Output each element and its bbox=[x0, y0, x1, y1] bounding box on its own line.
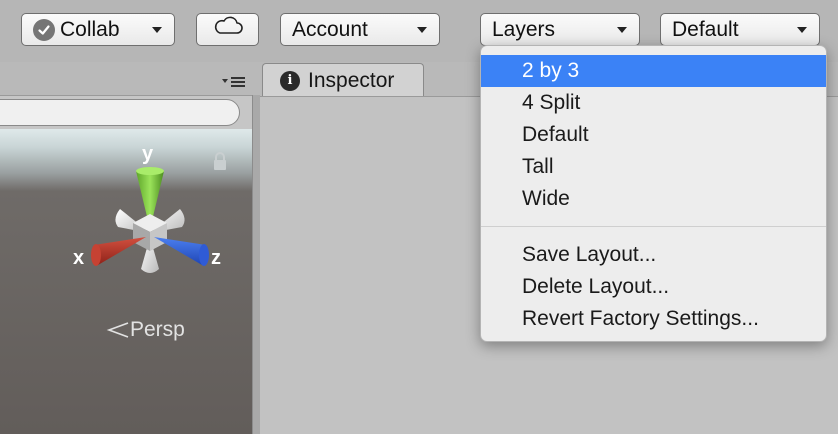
layout-label: Default bbox=[672, 18, 739, 41]
scene-search-input[interactable] bbox=[0, 99, 240, 126]
account-button[interactable]: Account bbox=[280, 13, 440, 46]
layers-button[interactable]: Layers bbox=[480, 13, 640, 46]
menu-item-4-split[interactable]: 4 Split bbox=[481, 87, 826, 119]
info-icon: i bbox=[280, 70, 300, 91]
perspective-icon bbox=[106, 322, 129, 338]
tab-inspector[interactable]: i Inspector bbox=[262, 63, 424, 97]
axis-label-y: y bbox=[142, 143, 154, 165]
projection-toggle[interactable]: Persp bbox=[106, 318, 185, 342]
tab-inspector-label: Inspector bbox=[308, 68, 395, 92]
pane-options-icon[interactable] bbox=[220, 72, 248, 90]
cloud-icon bbox=[212, 14, 244, 45]
check-icon bbox=[33, 18, 55, 41]
lock-icon[interactable] bbox=[212, 151, 228, 176]
projection-label: Persp bbox=[130, 318, 185, 341]
menu-item-save-layout[interactable]: Save Layout... bbox=[481, 239, 826, 271]
gizmo-x-cone[interactable] bbox=[92, 237, 146, 265]
account-label: Account bbox=[292, 18, 368, 41]
chevron-down-icon bbox=[417, 27, 427, 33]
menu-item-delete-layout[interactable]: Delete Layout... bbox=[481, 271, 826, 303]
axis-label-x: x bbox=[73, 247, 85, 269]
menu-item-wide[interactable]: Wide bbox=[481, 183, 826, 215]
collab-label: Collab bbox=[60, 18, 120, 41]
menu-separator bbox=[481, 226, 826, 227]
collab-button[interactable]: Collab bbox=[21, 13, 175, 46]
layout-menu: 2 by 3 4 Split Default Tall Wide Save La… bbox=[480, 45, 827, 342]
chevron-down-icon bbox=[152, 27, 162, 33]
menu-item-default[interactable]: Default bbox=[481, 119, 826, 151]
panel-divider[interactable] bbox=[252, 95, 260, 434]
layout-button[interactable]: Default bbox=[660, 13, 820, 46]
scene-toolbar bbox=[0, 95, 252, 129]
chevron-down-icon bbox=[797, 27, 807, 33]
menu-item-2-by-3[interactable]: 2 by 3 bbox=[481, 55, 826, 87]
scene-view[interactable]: y x z Persp bbox=[0, 129, 252, 434]
menu-item-revert-factory-settings[interactable]: Revert Factory Settings... bbox=[481, 303, 826, 335]
cloud-button[interactable] bbox=[196, 13, 259, 46]
layers-label: Layers bbox=[492, 18, 556, 41]
chevron-down-icon bbox=[617, 27, 627, 33]
axis-label-z: z bbox=[211, 247, 221, 269]
menu-item-tall[interactable]: Tall bbox=[481, 151, 826, 183]
gizmo-z-cone[interactable] bbox=[154, 237, 208, 265]
